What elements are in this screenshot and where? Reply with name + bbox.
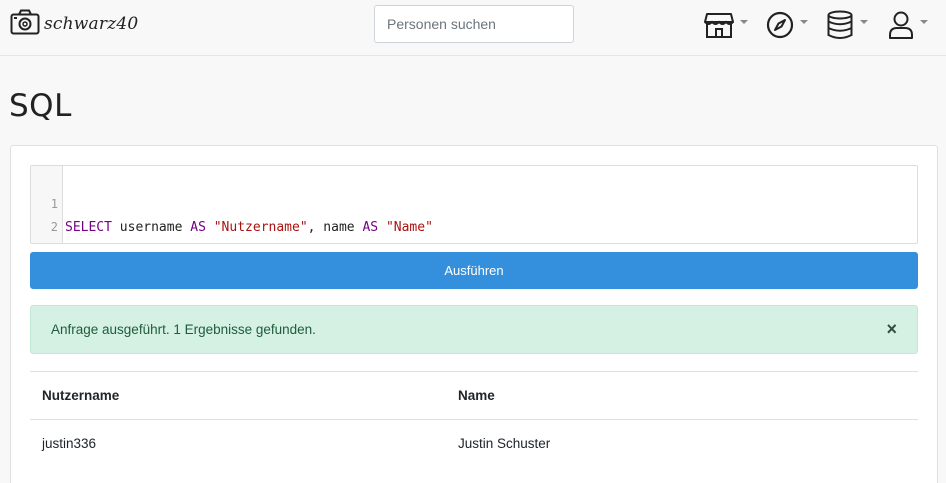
brand-name: schwarz40 <box>44 14 139 34</box>
column-header: Nutzername <box>42 388 120 403</box>
nav-store-dropdown[interactable] <box>704 8 748 42</box>
sql-text: users <box>96 243 143 244</box>
navbar: schwarz40 <box>0 0 946 56</box>
code-line: 1 SELECT username AS "Nutzername", name … <box>31 170 917 235</box>
caret-down-icon <box>800 20 808 24</box>
user-icon <box>888 10 914 40</box>
search-input[interactable] <box>374 5 574 43</box>
nav-explore-dropdown[interactable] <box>766 8 808 42</box>
caret-down-icon <box>860 20 868 24</box>
store-icon <box>704 11 734 39</box>
sql-keyword: FROM <box>65 243 96 244</box>
table-cell: justin336 <box>42 436 97 451</box>
caret-down-icon <box>740 20 748 24</box>
caret-down-icon <box>920 20 928 24</box>
camera-icon <box>10 9 44 40</box>
alert-message: Anfrage ausgeführt. 1 Ergebnisse gefunde… <box>51 322 316 337</box>
table-row: justin336 Justin Schuster <box>30 419 918 467</box>
query-card: 1 SELECT username AS "Nutzername", name … <box>10 145 938 483</box>
nav-user-dropdown[interactable] <box>888 8 928 42</box>
sql-editor[interactable]: 1 SELECT username AS "Nutzername", name … <box>30 165 918 244</box>
compass-icon <box>766 11 794 39</box>
table-cell: Justin Schuster <box>458 436 551 451</box>
page-title: SQL <box>9 88 72 124</box>
code-line: 2 FROM users <box>31 193 917 234</box>
run-query-button[interactable]: Ausführen <box>30 252 918 289</box>
database-icon <box>826 10 854 40</box>
line-number: 3 <box>31 239 58 243</box>
success-alert: Anfrage ausgeführt. 1 Ergebnisse gefunde… <box>30 305 918 354</box>
column-header: Name <box>458 388 495 403</box>
brand-link[interactable]: schwarz40 <box>10 9 139 40</box>
code-line: 3 WHERE name = "Justin Schuster" <box>31 216 917 239</box>
close-icon[interactable]: × <box>886 318 897 340</box>
nav-database-dropdown[interactable] <box>826 8 868 42</box>
table-header-row: Nutzername Name <box>30 371 918 419</box>
